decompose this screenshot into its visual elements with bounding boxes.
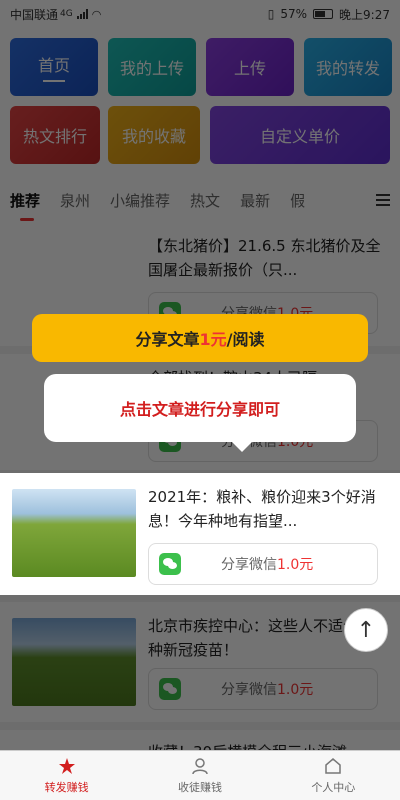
article-title[interactable]: 2021年：粮补、粮价迎来3个好消息！今年种地有指望... [148, 485, 384, 533]
tab-quanzhou[interactable]: 泉州 [50, 190, 100, 211]
share-wechat-button[interactable]: 分享微信 1.0元 [148, 668, 378, 710]
tab-more[interactable]: 假 [280, 190, 315, 211]
wechat-icon [159, 553, 181, 575]
banner-suffix: /阅读 [226, 330, 265, 349]
article-thumbnail [12, 618, 136, 706]
tile-favorites[interactable]: 我的收藏 [108, 106, 200, 164]
tile-home[interactable]: 首页 [10, 38, 98, 96]
nav-recruit-earn-label: 收徒赚钱 [177, 781, 222, 794]
tab-recommend[interactable]: 推荐 [0, 190, 50, 221]
signal-icon [76, 9, 88, 19]
nav-profile[interactable]: 个人中心 [267, 751, 400, 800]
battery-percent: 57% [280, 7, 308, 21]
tile-hot-ranking-label: 热文排行 [22, 127, 87, 146]
share-price: 1.0元 [277, 557, 314, 573]
article-title[interactable]: 收藏！30后横模全程三小海滩 [148, 740, 384, 750]
article-card[interactable]: 收藏！30后横模全程三小海滩 [0, 730, 400, 750]
nav-recruit-earn[interactable]: 收徒赚钱 [133, 751, 266, 800]
vibrate-icon: ▯ [267, 7, 275, 21]
banner-prefix: 分享文章 [135, 330, 200, 349]
home-icon [325, 758, 342, 774]
network-label: 4G [60, 9, 73, 19]
article-card[interactable]: 北京市疾控中心：这些人不适合接种新冠疫苗！ 分享微信 1.0元 [0, 602, 400, 722]
tab-latest[interactable]: 最新 [230, 190, 280, 211]
tile-my-shares-label: 我的转发 [315, 59, 380, 78]
tile-upload-label: 上传 [233, 59, 266, 78]
clock: 晚上9:27 [339, 7, 390, 22]
article-title[interactable]: 【东北猪价】21.6.5 东北猪价及全国屠企最新报价（只... [148, 234, 384, 282]
nav-share-earn[interactable]: 转发赚钱 [0, 751, 133, 800]
menu-icon[interactable] [366, 178, 400, 222]
category-tabs: 推荐 泉州 小编推荐 热文 最新 假 [0, 178, 400, 222]
tile-my-uploads[interactable]: 我的上传 [108, 38, 196, 96]
tile-home-label: 首页 [37, 56, 70, 75]
nav-profile-label: 个人中心 [311, 781, 356, 794]
article-thumbnail [12, 489, 136, 577]
wifi-icon: ◠ [91, 7, 102, 21]
status-bar: 中国联通 4G ◠ ▯ 57% 晚上9:27 [0, 0, 400, 28]
wechat-icon [159, 678, 181, 700]
person-icon [192, 758, 208, 775]
share-reward-banner: 分享文章 1元 /阅读 [32, 314, 368, 362]
arrow-up-icon: ↑ [356, 617, 376, 643]
tile-my-uploads-label: 我的上传 [119, 59, 184, 78]
tab-editor-picks[interactable]: 小编推荐 [100, 190, 180, 211]
shortcut-grid: 首页 我的上传 上传 我的转发 热文排行 我的收藏 自定义单价 [0, 28, 400, 178]
bottom-nav: 转发赚钱 收徒赚钱 个人中心 [0, 750, 400, 800]
tile-custom-price[interactable]: 自定义单价 [210, 106, 390, 164]
share-wechat-button[interactable]: 分享微信 1.0元 [148, 543, 378, 585]
battery-icon [313, 9, 334, 19]
tile-hot-ranking[interactable]: 热文排行 [10, 106, 100, 164]
carrier-label: 中国联通 [10, 7, 59, 22]
share-earn-icon [58, 758, 75, 774]
tile-my-shares[interactable]: 我的转发 [304, 38, 392, 96]
highlighted-article-card[interactable]: 2021年：粮补、粮价迎来3个好消息！今年种地有指望... 分享微信 1.0元 [0, 473, 400, 595]
share-label: 分享微信 [221, 682, 277, 698]
banner-price: 1元 [199, 330, 227, 349]
tile-favorites-label: 我的收藏 [121, 127, 186, 146]
tab-hot[interactable]: 热文 [180, 190, 230, 211]
guide-tooltip: 点击文章进行分享即可 [44, 374, 356, 452]
share-price: 1.0元 [277, 682, 314, 698]
tile-upload[interactable]: 上传 [206, 38, 294, 96]
guide-tooltip-text: 点击文章进行分享即可 [119, 400, 280, 419]
tile-home-underline [43, 80, 65, 82]
nav-share-earn-label: 转发赚钱 [44, 781, 89, 794]
tile-custom-price-label: 自定义单价 [259, 127, 340, 146]
back-to-top-button[interactable]: ↑ [344, 608, 388, 652]
share-label: 分享微信 [221, 557, 277, 573]
